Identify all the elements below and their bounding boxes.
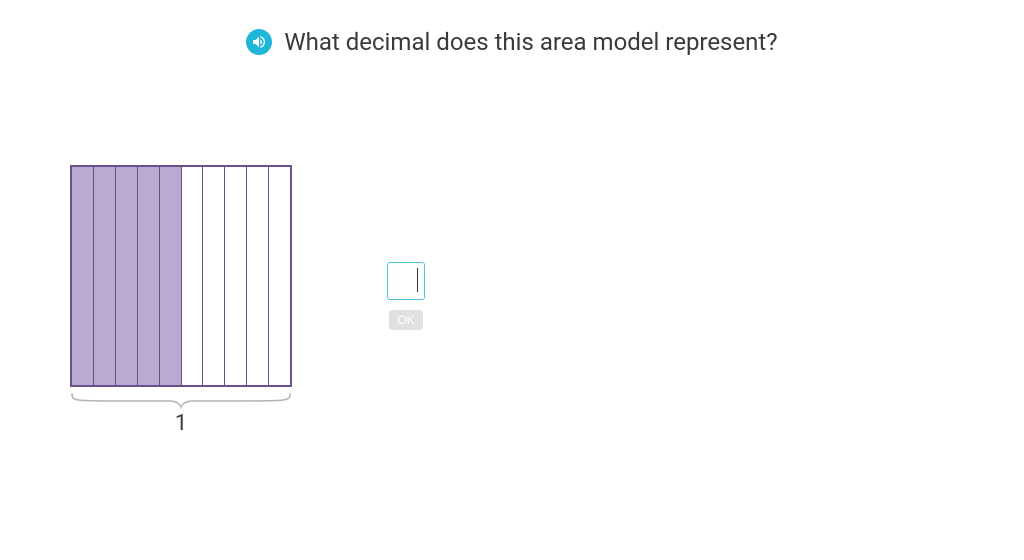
area-model (70, 165, 292, 387)
area-model-strip (203, 167, 225, 385)
area-model-strip (116, 167, 138, 385)
audio-icon[interactable] (246, 29, 272, 55)
question-row: What decimal does this area model repres… (0, 0, 1024, 56)
answer-input-wrap (387, 262, 425, 300)
area-model-strip (182, 167, 204, 385)
ok-button[interactable]: OK (389, 310, 422, 330)
answer-input[interactable] (387, 262, 425, 300)
area-model-strip (160, 167, 182, 385)
area-model-strip (94, 167, 116, 385)
answer-column: OK (387, 262, 425, 330)
area-model-strip (72, 167, 94, 385)
brace (70, 391, 292, 409)
area-model-wrapper: 1 (70, 165, 292, 436)
area-model-strip (138, 167, 160, 385)
area-model-strip (247, 167, 269, 385)
area-model-strip (269, 167, 290, 385)
text-cursor (417, 268, 419, 292)
area-model-strip (225, 167, 247, 385)
question-text: What decimal does this area model repres… (284, 28, 777, 56)
speaker-icon (251, 34, 267, 50)
brace-label: 1 (175, 411, 187, 436)
content-area: 1 OK (70, 165, 425, 436)
